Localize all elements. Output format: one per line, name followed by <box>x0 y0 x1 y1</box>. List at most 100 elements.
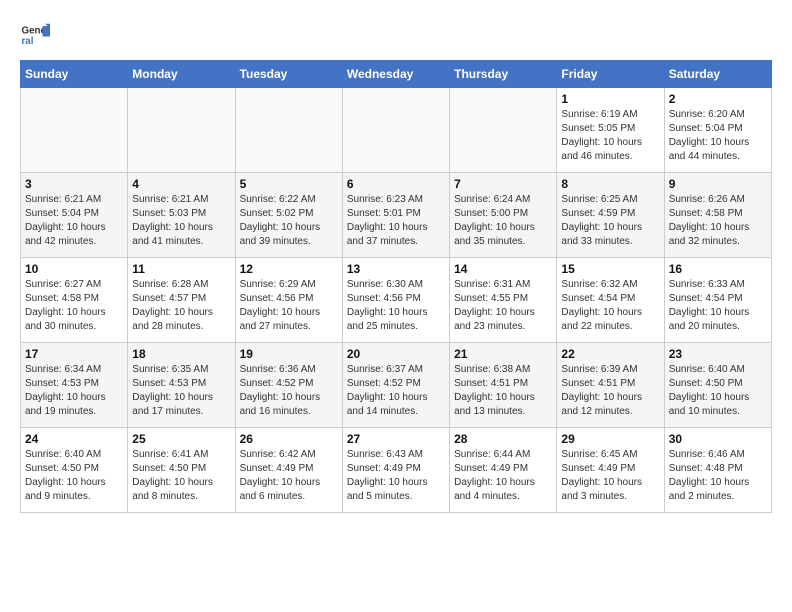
day-info: Sunrise: 6:37 AM Sunset: 4:52 PM Dayligh… <box>347 363 445 419</box>
day-info: Sunrise: 6:39 AM Sunset: 4:51 PM Dayligh… <box>561 363 659 419</box>
day-info: Sunrise: 6:25 AM Sunset: 4:59 PM Dayligh… <box>561 193 659 249</box>
calendar-cell: 23 Sunrise: 6:40 AM Sunset: 4:50 PM Dayli… <box>664 343 771 428</box>
calendar-cell: 12 Sunrise: 6:29 AM Sunset: 4:56 PM Dayli… <box>235 258 342 343</box>
calendar-cell: 21Sunrise: 6:38 AM Sunset: 4:51 PM Dayli… <box>450 343 557 428</box>
day-number: 16 <box>669 262 767 276</box>
calendar-cell <box>450 88 557 173</box>
day-number: 29 <box>561 432 659 446</box>
calendar-cell: 5 Sunrise: 6:22 AM Sunset: 5:02 PM Daylig… <box>235 173 342 258</box>
calendar-cell: 29Sunrise: 6:45 AM Sunset: 4:49 PM Dayli… <box>557 428 664 513</box>
day-number: 26 <box>240 432 338 446</box>
day-number: 2 <box>669 92 767 106</box>
day-number: 30 <box>669 432 767 446</box>
calendar-cell: 19Sunrise: 6:36 AM Sunset: 4:52 PM Dayli… <box>235 343 342 428</box>
calendar-cell: 8 Sunrise: 6:25 AM Sunset: 4:59 PM Daylig… <box>557 173 664 258</box>
day-info: Sunrise: 6:23 AM Sunset: 5:01 PM Dayligh… <box>347 193 445 249</box>
day-number: 13 <box>347 262 445 276</box>
day-header-saturday: Saturday <box>664 61 771 88</box>
day-number: 12 <box>240 262 338 276</box>
day-header-thursday: Thursday <box>450 61 557 88</box>
logo: Gene ral <box>20 20 54 50</box>
calendar-cell: 18Sunrise: 6:35 AM Sunset: 4:53 PM Dayli… <box>128 343 235 428</box>
day-info: Sunrise: 6:43 AM Sunset: 4:49 PM Dayligh… <box>347 448 445 504</box>
day-info: Sunrise: 6:35 AM Sunset: 4:53 PM Dayligh… <box>132 363 230 419</box>
day-info: Sunrise: 6:21 AM Sunset: 5:04 PM Dayligh… <box>25 193 123 249</box>
calendar-week: 10Sunrise: 6:27 AM Sunset: 4:58 PM Dayli… <box>21 258 772 343</box>
calendar-cell: 28 Sunrise: 6:44 AM Sunset: 4:49 PM Dayli… <box>450 428 557 513</box>
calendar-week: 3 Sunrise: 6:21 AM Sunset: 5:04 PM Daylig… <box>21 173 772 258</box>
calendar-cell: 22 Sunrise: 6:39 AM Sunset: 4:51 PM Dayli… <box>557 343 664 428</box>
day-info: Sunrise: 6:26 AM Sunset: 4:58 PM Dayligh… <box>669 193 767 249</box>
calendar-cell <box>21 88 128 173</box>
day-number: 15 <box>561 262 659 276</box>
day-info: Sunrise: 6:34 AM Sunset: 4:53 PM Dayligh… <box>25 363 123 419</box>
day-number: 7 <box>454 177 552 191</box>
calendar-cell: 16Sunrise: 6:33 AM Sunset: 4:54 PM Dayli… <box>664 258 771 343</box>
day-info: Sunrise: 6:28 AM Sunset: 4:57 PM Dayligh… <box>132 278 230 334</box>
day-info: Sunrise: 6:40 AM Sunset: 4:50 PM Dayligh… <box>669 363 767 419</box>
page-header: Gene ral <box>20 20 772 50</box>
calendar-cell: 10Sunrise: 6:27 AM Sunset: 4:58 PM Dayli… <box>21 258 128 343</box>
day-number: 11 <box>132 262 230 276</box>
day-info: Sunrise: 6:46 AM Sunset: 4:48 PM Dayligh… <box>669 448 767 504</box>
day-number: 17 <box>25 347 123 361</box>
day-number: 4 <box>132 177 230 191</box>
day-info: Sunrise: 6:21 AM Sunset: 5:03 PM Dayligh… <box>132 193 230 249</box>
calendar-cell: 30 Sunrise: 6:46 AM Sunset: 4:48 PM Dayli… <box>664 428 771 513</box>
day-info: Sunrise: 6:44 AM Sunset: 4:49 PM Dayligh… <box>454 448 552 504</box>
day-number: 28 <box>454 432 552 446</box>
day-number: 8 <box>561 177 659 191</box>
day-header-tuesday: Tuesday <box>235 61 342 88</box>
day-number: 1 <box>561 92 659 106</box>
calendar-cell: 27 Sunrise: 6:43 AM Sunset: 4:49 PM Dayli… <box>342 428 449 513</box>
day-number: 5 <box>240 177 338 191</box>
calendar-cell: 14 Sunrise: 6:31 AM Sunset: 4:55 PM Dayli… <box>450 258 557 343</box>
day-number: 27 <box>347 432 445 446</box>
svg-text:ral: ral <box>22 36 34 47</box>
calendar-cell: 7 Sunrise: 6:24 AM Sunset: 5:00 PM Daylig… <box>450 173 557 258</box>
day-number: 19 <box>240 347 338 361</box>
day-header-sunday: Sunday <box>21 61 128 88</box>
day-number: 6 <box>347 177 445 191</box>
day-number: 14 <box>454 262 552 276</box>
day-header-wednesday: Wednesday <box>342 61 449 88</box>
calendar-week: 1Sunrise: 6:19 AM Sunset: 5:05 PM Daylig… <box>21 88 772 173</box>
calendar-cell: 1Sunrise: 6:19 AM Sunset: 5:05 PM Daylig… <box>557 88 664 173</box>
calendar-cell: 17 Sunrise: 6:34 AM Sunset: 4:53 PM Dayli… <box>21 343 128 428</box>
calendar-header: SundayMondayTuesdayWednesdayThursdayFrid… <box>21 61 772 88</box>
day-info: Sunrise: 6:42 AM Sunset: 4:49 PM Dayligh… <box>240 448 338 504</box>
day-number: 21 <box>454 347 552 361</box>
calendar-cell <box>128 88 235 173</box>
calendar-cell: 24Sunrise: 6:40 AM Sunset: 4:50 PM Dayli… <box>21 428 128 513</box>
day-info: Sunrise: 6:41 AM Sunset: 4:50 PM Dayligh… <box>132 448 230 504</box>
day-info: Sunrise: 6:22 AM Sunset: 5:02 PM Dayligh… <box>240 193 338 249</box>
day-info: Sunrise: 6:32 AM Sunset: 4:54 PM Dayligh… <box>561 278 659 334</box>
calendar-cell: 11 Sunrise: 6:28 AM Sunset: 4:57 PM Dayli… <box>128 258 235 343</box>
day-info: Sunrise: 6:40 AM Sunset: 4:50 PM Dayligh… <box>25 448 123 504</box>
day-number: 23 <box>669 347 767 361</box>
calendar-cell <box>342 88 449 173</box>
day-number: 9 <box>669 177 767 191</box>
calendar-cell: 4 Sunrise: 6:21 AM Sunset: 5:03 PM Daylig… <box>128 173 235 258</box>
day-info: Sunrise: 6:20 AM Sunset: 5:04 PM Dayligh… <box>669 108 767 164</box>
day-info: Sunrise: 6:29 AM Sunset: 4:56 PM Dayligh… <box>240 278 338 334</box>
day-number: 10 <box>25 262 123 276</box>
calendar-cell: 15 Sunrise: 6:32 AM Sunset: 4:54 PM Dayli… <box>557 258 664 343</box>
day-number: 3 <box>25 177 123 191</box>
calendar-week: 17 Sunrise: 6:34 AM Sunset: 4:53 PM Dayli… <box>21 343 772 428</box>
day-number: 20 <box>347 347 445 361</box>
header-row: SundayMondayTuesdayWednesdayThursdayFrid… <box>21 61 772 88</box>
logo-icon: Gene ral <box>20 20 50 50</box>
calendar-cell: 9 Sunrise: 6:26 AM Sunset: 4:58 PM Daylig… <box>664 173 771 258</box>
calendar-cell: 3 Sunrise: 6:21 AM Sunset: 5:04 PM Daylig… <box>21 173 128 258</box>
calendar-cell: 6 Sunrise: 6:23 AM Sunset: 5:01 PM Daylig… <box>342 173 449 258</box>
day-info: Sunrise: 6:31 AM Sunset: 4:55 PM Dayligh… <box>454 278 552 334</box>
calendar-cell: 25Sunrise: 6:41 AM Sunset: 4:50 PM Dayli… <box>128 428 235 513</box>
calendar-cell <box>235 88 342 173</box>
calendar-cell: 2 Sunrise: 6:20 AM Sunset: 5:04 PM Daylig… <box>664 88 771 173</box>
calendar-cell: 13 Sunrise: 6:30 AM Sunset: 4:56 PM Dayli… <box>342 258 449 343</box>
day-info: Sunrise: 6:24 AM Sunset: 5:00 PM Dayligh… <box>454 193 552 249</box>
calendar-cell: 20 Sunrise: 6:37 AM Sunset: 4:52 PM Dayli… <box>342 343 449 428</box>
day-info: Sunrise: 6:30 AM Sunset: 4:56 PM Dayligh… <box>347 278 445 334</box>
day-number: 22 <box>561 347 659 361</box>
